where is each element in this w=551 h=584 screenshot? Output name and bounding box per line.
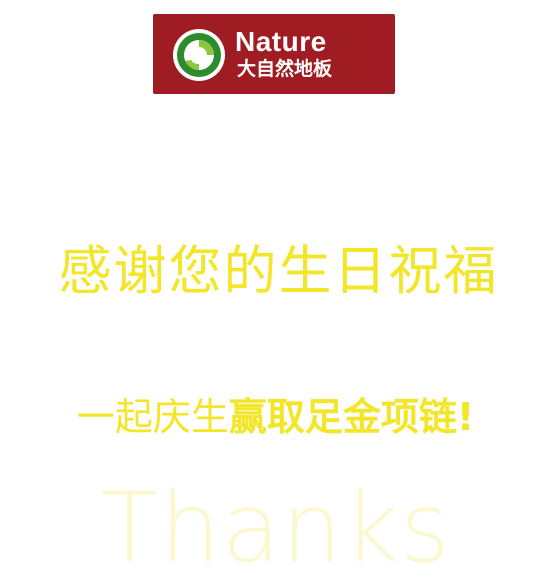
- logo-brand-cn-text: 大自然地板: [237, 58, 333, 80]
- promo-subline: 一起庆生赢取足金项链!: [0, 398, 551, 436]
- logo-brand-en: Nature: [235, 26, 327, 57]
- nature-leaf-icon: [173, 29, 225, 81]
- logo-brand-cn: 大自然地板: [237, 60, 332, 79]
- brand-logo: Nature 大自然地板: [153, 14, 395, 94]
- promo-subline-bold: 赢取足金项链!: [228, 395, 475, 439]
- birthday-thanks-headline: 感谢您的生日祝福: [58, 241, 499, 302]
- promo-subline-light: 一起庆生: [76, 395, 229, 439]
- thanks-watermark: Thanks: [100, 472, 451, 584]
